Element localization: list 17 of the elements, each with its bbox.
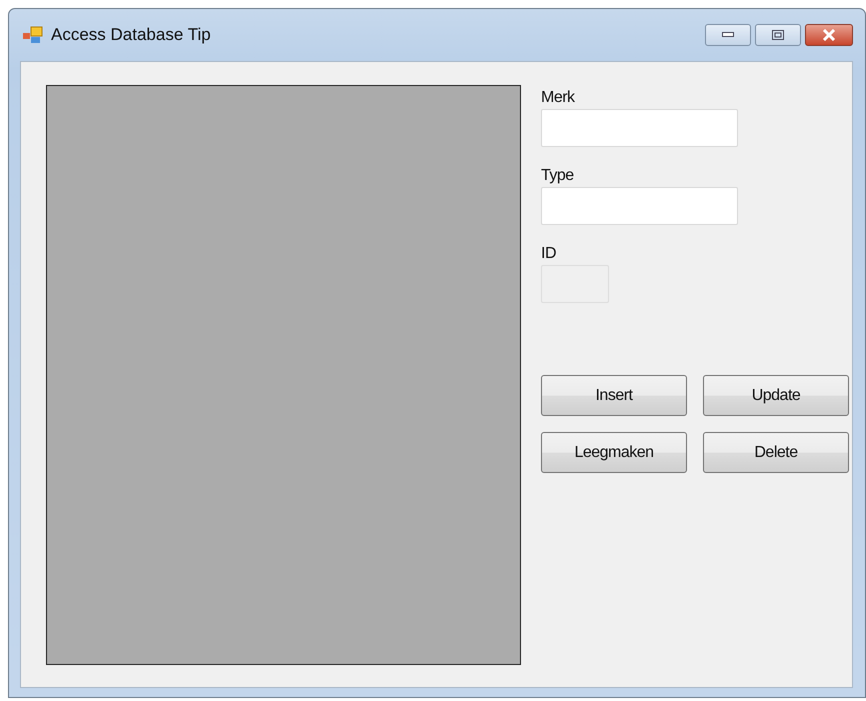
action-button[interactable]: Insert — [541, 375, 687, 416]
action-button[interactable]: Update — [703, 375, 849, 416]
field-label: Merk — [541, 89, 576, 108]
field-label: ID — [541, 245, 557, 264]
close-icon — [822, 29, 836, 41]
app-icon — [23, 26, 43, 44]
minimize-icon — [722, 32, 734, 38]
close-button[interactable] — [805, 24, 853, 46]
input-field[interactable] — [541, 109, 738, 147]
action-button[interactable]: Leegmaken — [541, 432, 687, 473]
maximize-icon — [772, 30, 784, 40]
maximize-button[interactable] — [755, 24, 801, 46]
minimize-button[interactable] — [705, 24, 751, 46]
window-title: Access Database Tip — [51, 25, 212, 45]
action-button[interactable]: Delete — [703, 432, 849, 473]
field-label: Type — [541, 167, 575, 186]
input-field[interactable] — [541, 187, 738, 225]
